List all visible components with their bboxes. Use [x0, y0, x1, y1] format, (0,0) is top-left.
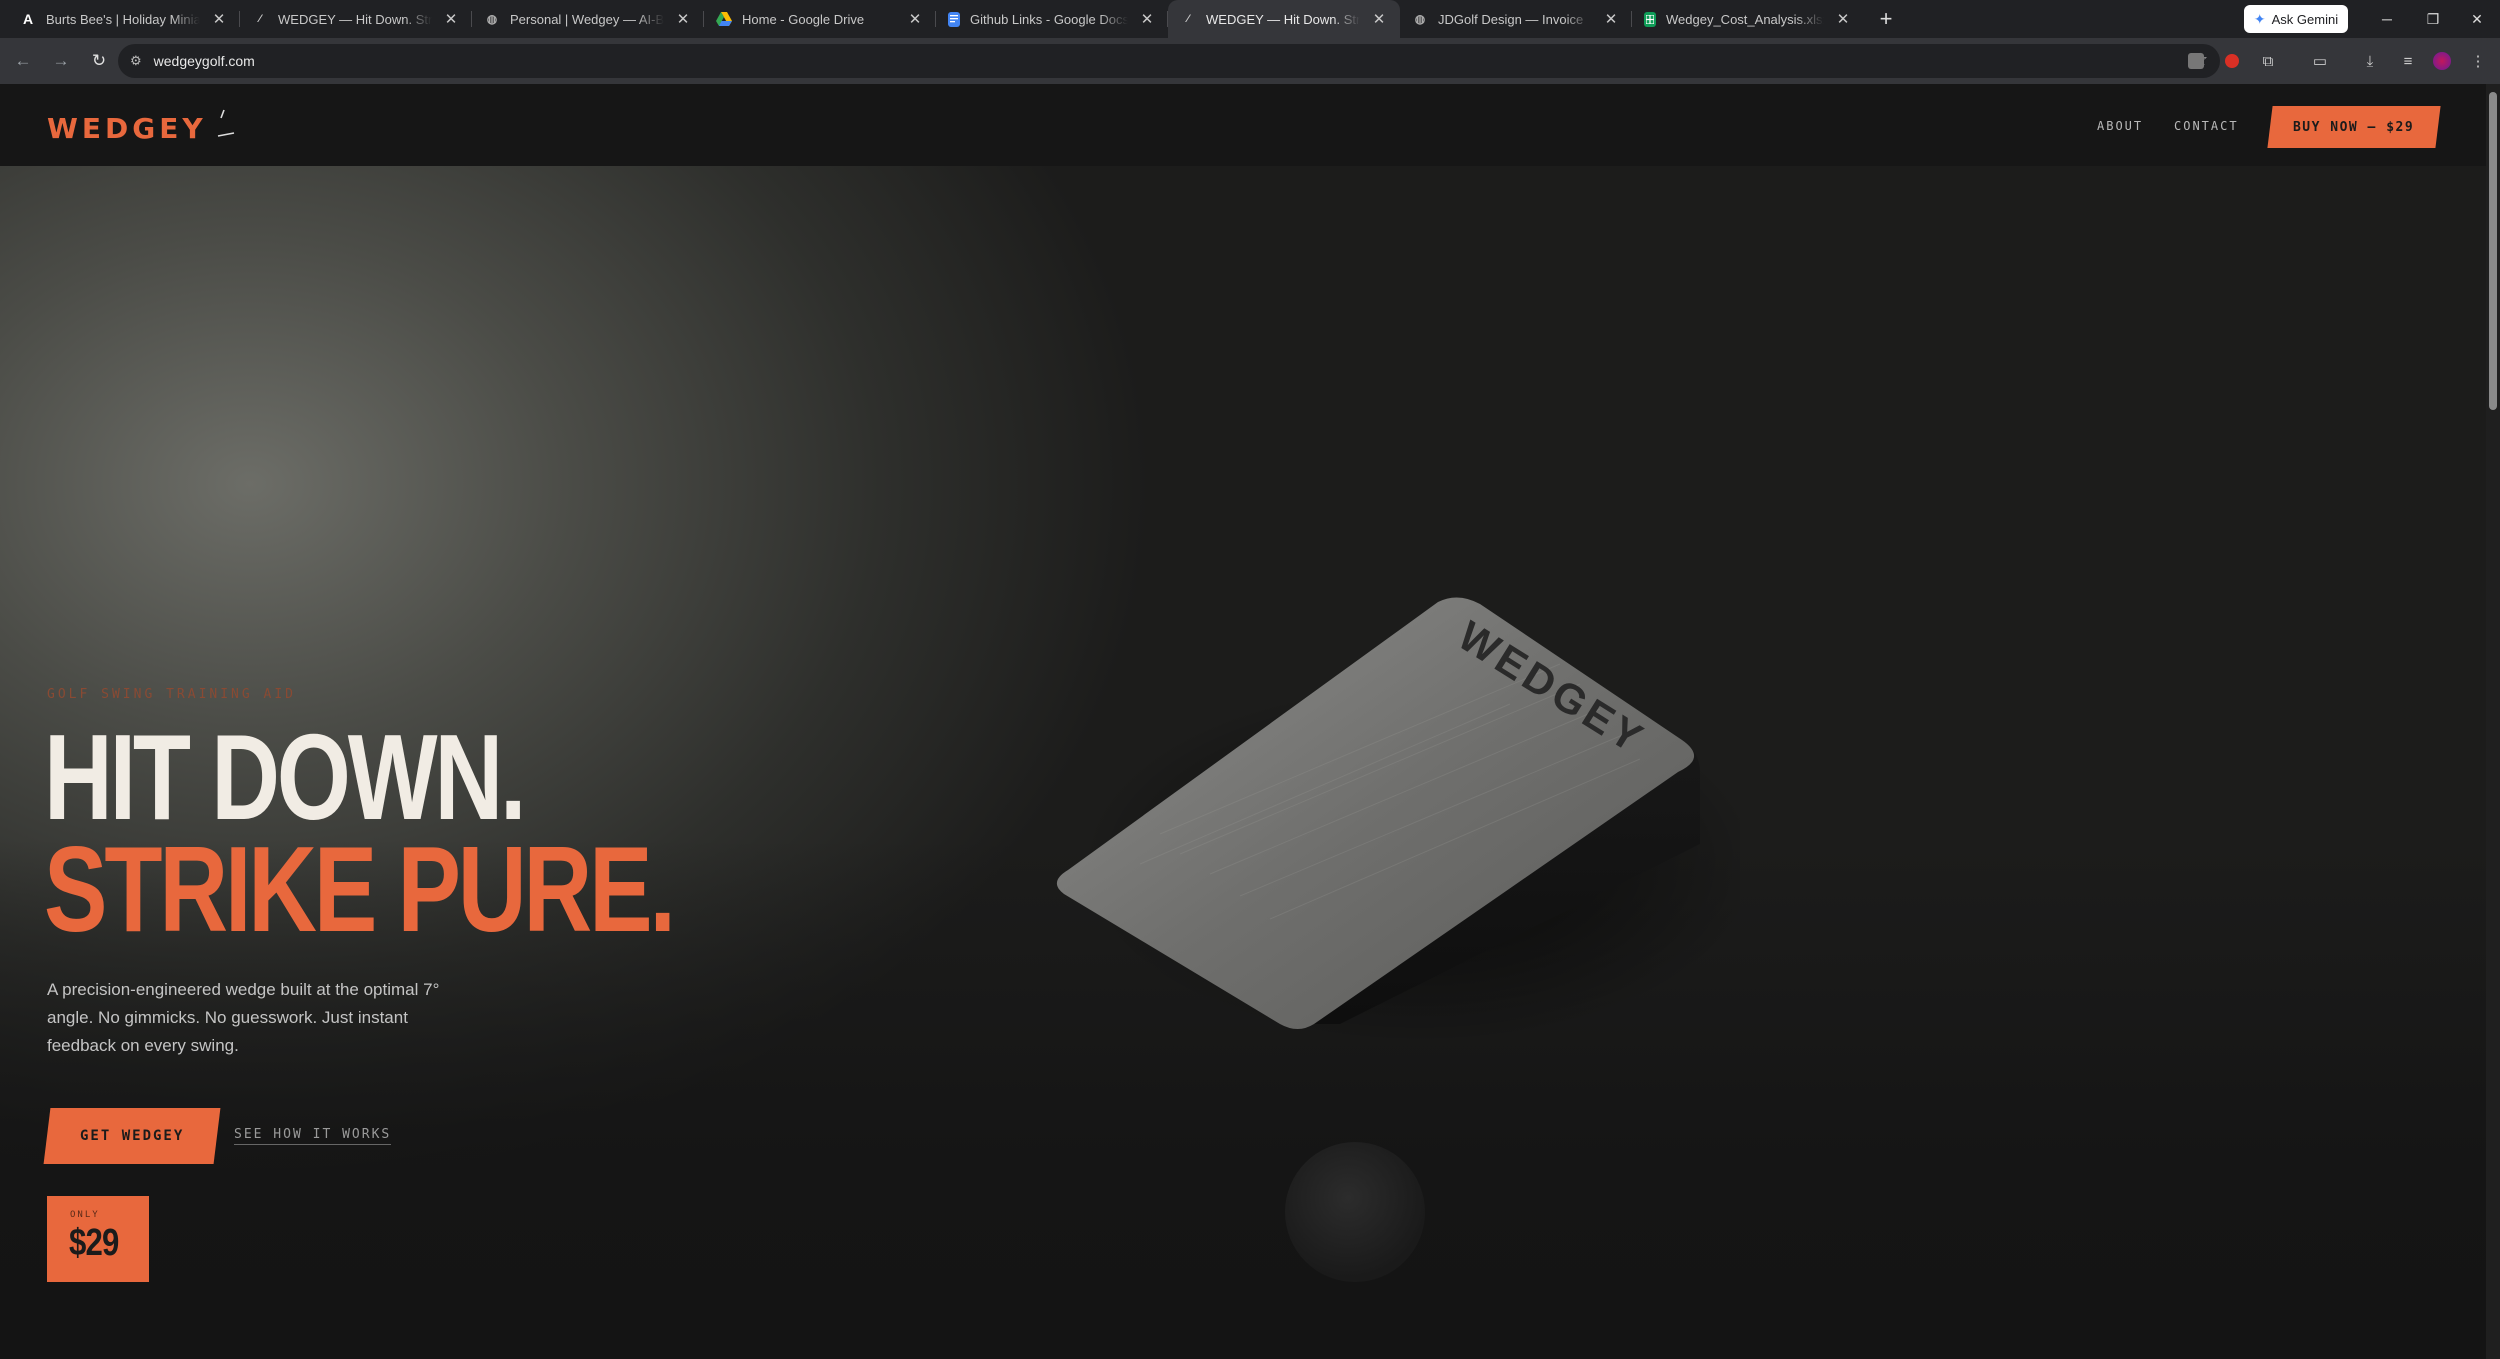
scrollbar[interactable] — [2486, 84, 2500, 1359]
hero-headline-line-1: HIT DOWN. — [44, 709, 526, 845]
restore-icon[interactable]: ❐ — [2410, 0, 2456, 38]
anthropic-icon: A — [22, 11, 34, 27]
browser-tab[interactable]: Github Links - Google Docs ✕ — [936, 0, 1168, 38]
tab-title: WEDGEY — Hit Down. Strike Pure. — [278, 11, 432, 27]
close-tab-icon[interactable]: ✕ — [1138, 10, 1156, 28]
close-tab-icon[interactable]: ✕ — [1834, 10, 1852, 28]
extension-icon[interactable] — [2182, 47, 2210, 75]
new-tab-button[interactable]: + — [1870, 3, 1902, 35]
browser-tab[interactable]: ⁄ WEDGEY — Hit Down. Strike Pure. ✕ — [240, 0, 472, 38]
wedge-mark-icon — [217, 109, 235, 137]
buy-now-label: BUY NOW — $29 — [2293, 119, 2415, 135]
sheets-icon — [1644, 11, 1656, 27]
tab-search-icon[interactable]: ▭ — [2306, 47, 2334, 75]
puzzle-icon[interactable]: ⧉ — [2254, 47, 2282, 75]
forward-icon[interactable]: → — [46, 46, 76, 76]
site-logo[interactable]: WEDGEY — [47, 112, 207, 145]
hero-headline-line-2: STRIKE PURE. — [44, 821, 676, 957]
download-icon[interactable]: ⤓ — [2356, 47, 2384, 75]
browser-tab[interactable]: ◍ JDGolf Design — Invoice ✕ — [1400, 0, 1632, 38]
tab-title: WEDGEY — Hit Down. Strike Pure. — [1206, 11, 1360, 27]
close-tab-icon[interactable]: ✕ — [1602, 10, 1620, 28]
scrollbar-thumb[interactable] — [2489, 92, 2497, 410]
site-header: WEDGEY ABOUT CONTACT BUY NOW — $29 — [0, 84, 2486, 166]
reload-icon[interactable]: ↻ — [84, 46, 114, 76]
browser-tab[interactable]: ◍ Personal | Wedgey — AI-Built Design ✕ — [472, 0, 704, 38]
browser-tab-active[interactable]: ⁄ WEDGEY — Hit Down. Strike Pure. ✕ — [1168, 0, 1400, 38]
close-tab-icon[interactable]: ✕ — [1370, 10, 1388, 28]
browser-tab[interactable]: Wedgey_Cost_Analysis.xlsx - Google Sheet… — [1632, 0, 1864, 38]
price-amount: $29 — [69, 1222, 119, 1264]
close-tab-icon[interactable]: ✕ — [674, 10, 692, 28]
price-prefix: ONLY — [70, 1210, 100, 1220]
close-tab-icon[interactable]: ✕ — [210, 10, 228, 28]
docs-icon — [948, 11, 960, 27]
browser-tab[interactable]: A Burts Bee's | Holiday Miniatures ✕ — [8, 0, 240, 38]
get-wedgey-button[interactable]: GET WEDGEY — [43, 1108, 221, 1164]
reading-list-icon[interactable]: ≡ — [2394, 47, 2422, 75]
ask-gemini-label: Ask Gemini — [2271, 11, 2339, 27]
gemini-sparkle-icon: ✦ — [2253, 10, 2266, 27]
extension-red-icon[interactable] — [2218, 47, 2246, 75]
tab-title: JDGolf Design — Invoice — [1438, 11, 1584, 27]
nav-about[interactable]: ABOUT — [2097, 119, 2143, 133]
hero-description: A precision-engineered wedge built at th… — [47, 980, 440, 1055]
close-window-icon[interactable]: ✕ — [2454, 0, 2500, 38]
url-text[interactable]: wedgeygolf.com — [154, 53, 255, 69]
buy-now-button[interactable]: BUY NOW — $29 — [2267, 106, 2441, 148]
site-info-icon[interactable]: ⚙ — [130, 53, 142, 69]
wedgey-icon: ⁄ — [1187, 13, 1189, 25]
see-how-it-works-link[interactable]: SEE HOW IT WORKS — [234, 1127, 392, 1145]
get-wedgey-label: GET WEDGEY — [79, 1128, 185, 1144]
tab-title: Burts Bee's | Holiday Miniatures — [46, 11, 200, 27]
close-tab-icon[interactable]: ✕ — [442, 10, 460, 28]
menu-icon[interactable]: ⋮ — [2464, 47, 2492, 75]
price-badge: ONLY $29 — [47, 1196, 149, 1282]
close-tab-icon[interactable]: ✕ — [906, 10, 924, 28]
tab-title: Home - Google Drive — [742, 11, 865, 27]
golf-ball-image — [1285, 1142, 1425, 1282]
minimize-icon[interactable]: ─ — [2364, 0, 2410, 38]
wedgey-icon: ⁄ — [259, 13, 261, 25]
tab-title: Personal | Wedgey — AI-Built Design — [510, 11, 664, 27]
hero-eyebrow: GOLF SWING TRAINING AID — [47, 687, 297, 702]
tab-strip: A Burts Bee's | Holiday Miniatures ✕ ⁄ W… — [0, 0, 2500, 38]
nav-contact[interactable]: CONTACT — [2174, 119, 2239, 133]
browser-tab[interactable]: Home - Google Drive ✕ — [704, 0, 936, 38]
avatar[interactable] — [2428, 47, 2456, 75]
page-viewport: WEDGEY ABOUT CONTACT BUY NOW — $29 WEDGE… — [0, 84, 2486, 1359]
globe-icon: ◍ — [486, 12, 498, 26]
back-icon[interactable]: ← — [8, 46, 38, 76]
drive-icon — [716, 11, 732, 27]
address-bar[interactable]: ⚙ wedgeygolf.com ☆ — [118, 44, 2220, 78]
wedge-product-image: WEDGEY — [1056, 597, 1740, 1044]
globe-icon: ◍ — [1414, 12, 1426, 26]
tab-title: Wedgey_Cost_Analysis.xlsx - Google Sheet… — [1666, 11, 1824, 27]
tab-title: Github Links - Google Docs — [970, 11, 1128, 27]
ask-gemini-button[interactable]: ✦ Ask Gemini — [2244, 5, 2348, 33]
